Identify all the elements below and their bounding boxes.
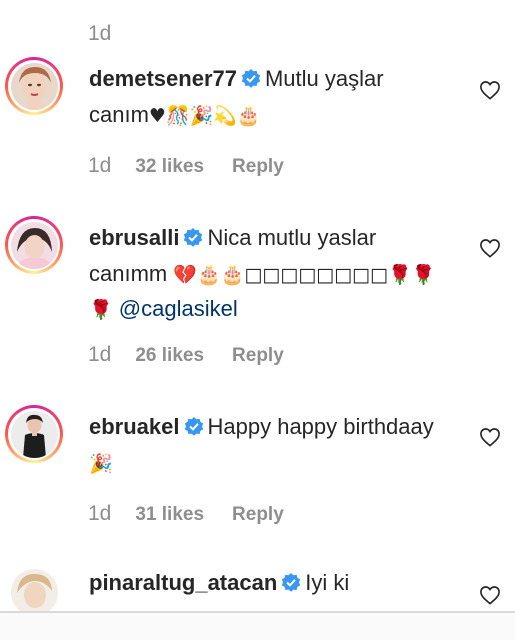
reply-button[interactable]: Reply: [232, 504, 284, 526]
mention-link[interactable]: @caglasikel: [119, 296, 238, 321]
avatar-image: [10, 568, 58, 616]
avatar-image: [10, 62, 58, 110]
avatar-image: [10, 410, 58, 458]
comment-emojis: 💔🎂🎂□□□□□□□□🌹🌹: [173, 264, 436, 286]
comment-meta: 1d 32 likes Reply: [88, 154, 284, 178]
comment-username[interactable]: ebruakel: [89, 414, 180, 439]
comment-text: ebrusalli Nica mutlu yaslar canımm 💔🎂🎂□□□…: [89, 221, 459, 327]
avatar[interactable]: [5, 57, 63, 115]
comment-username[interactable]: pinaraltug_atacan: [89, 570, 277, 595]
comment-emojis: ♥🎊🎉💫🎂: [148, 105, 261, 127]
verified-badge-icon: [183, 224, 203, 257]
comments-panel: 1d demetsener77 Mutlu yaşlar canım♥🎊🎉💫🎂 …: [0, 0, 515, 640]
like-heart-icon[interactable]: [479, 238, 501, 258]
avatar[interactable]: [5, 216, 63, 274]
comment-likes[interactable]: 26 likes: [135, 345, 204, 367]
like-heart-icon[interactable]: [479, 427, 501, 447]
comment-username[interactable]: ebrusalli: [89, 225, 179, 250]
verified-badge-icon: [241, 65, 261, 98]
avatar-image: [10, 221, 58, 269]
comment-time: 1d: [88, 154, 112, 177]
avatar[interactable]: [5, 405, 63, 463]
comment-text: pinaraltug_atacan Iyi ki: [89, 566, 459, 602]
comment-time: 1d: [88, 343, 112, 366]
comment-input-area: [0, 613, 515, 640]
reply-button[interactable]: Reply: [232, 156, 284, 178]
comment-text: ebruakel Happy happy birthdaay 🎉: [89, 410, 459, 481]
verified-badge-icon: [184, 413, 204, 446]
comment-username[interactable]: demetsener77: [89, 66, 237, 91]
comment-likes[interactable]: 31 likes: [135, 504, 204, 526]
like-heart-icon[interactable]: [479, 80, 501, 100]
verified-badge-icon: [281, 569, 301, 602]
comment-likes[interactable]: 32 likes: [135, 156, 204, 178]
comment-emojis-2: 🌹: [89, 299, 113, 321]
comment-meta: 1d 31 likes Reply: [88, 502, 284, 526]
comment-time: 1d: [88, 502, 112, 525]
previous-comment-time: 1d: [88, 22, 112, 45]
comment-body: Iyi ki: [305, 570, 350, 595]
reply-button[interactable]: Reply: [232, 345, 284, 367]
comment-meta: 1d 26 likes Reply: [88, 343, 284, 367]
like-heart-icon[interactable]: [479, 585, 501, 605]
comment-emojis: 🎉: [89, 453, 113, 475]
comment-text: demetsener77 Mutlu yaşlar canım♥🎊🎉💫🎂: [89, 62, 459, 133]
comment-body: Happy happy birthdaay: [207, 414, 434, 439]
